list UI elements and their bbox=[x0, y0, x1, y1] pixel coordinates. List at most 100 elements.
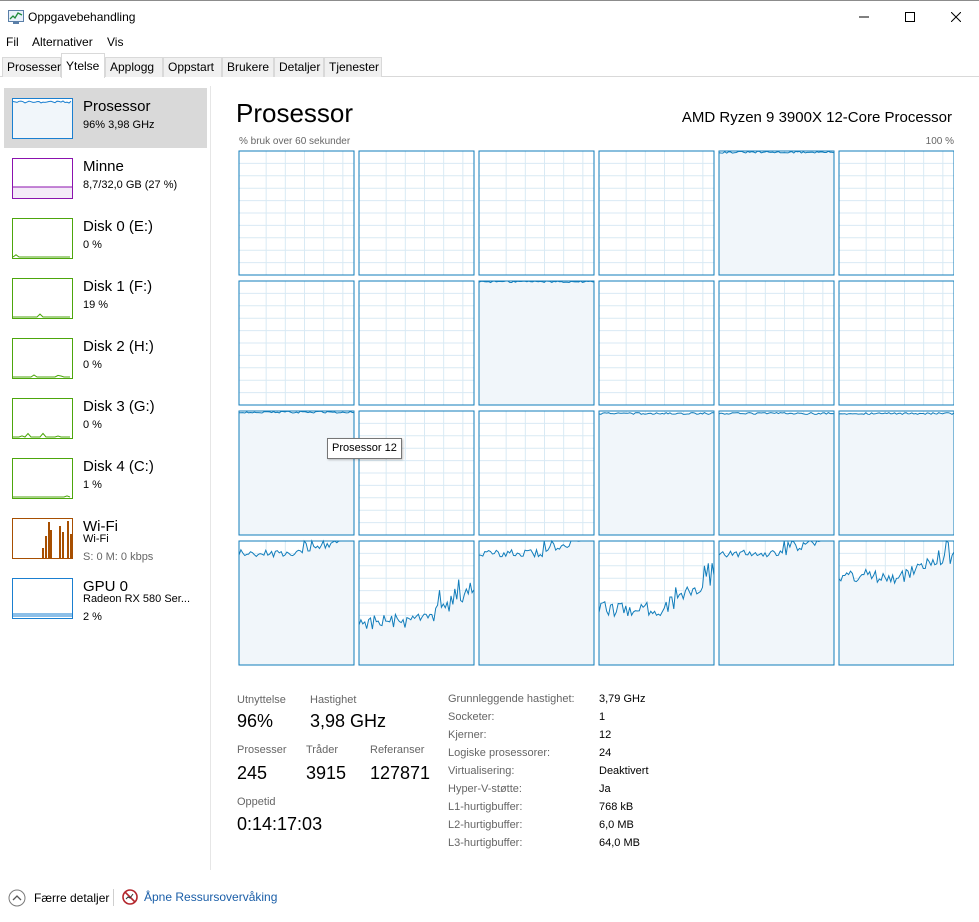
handles-label: Referanser bbox=[370, 744, 425, 756]
threads-label: Tråder bbox=[306, 744, 338, 756]
core-graphs bbox=[238, 150, 955, 666]
sidebar-item-disk-0-e[interactable]: Disk 0 (E:) 0 % bbox=[4, 208, 207, 268]
uptime-value: 0:14:17:03 bbox=[237, 814, 323, 834]
sidebar-thumbnail-graph bbox=[12, 98, 73, 139]
threads-value: 3915 bbox=[306, 763, 347, 783]
sidebar-item-subtitle: Radeon RX 580 Ser... bbox=[83, 593, 191, 605]
sidebar-item-gpu-0[interactable]: GPU 0 Radeon RX 580 Ser... 2 % bbox=[4, 568, 207, 628]
spec-value: Ja bbox=[599, 783, 611, 795]
tab-services[interactable]: Tjenester bbox=[324, 57, 382, 77]
sidebar-thumbnail-graph bbox=[12, 338, 73, 379]
sidebar-item-title: Disk 2 (H:) bbox=[83, 338, 154, 355]
sidebar-item-title: Disk 0 (E:) bbox=[83, 218, 154, 235]
core-tooltip: Prosessor 12 bbox=[327, 438, 402, 459]
sidebar-item-title: Disk 1 (F:) bbox=[83, 278, 153, 295]
core-graph-grid bbox=[238, 150, 955, 668]
sidebar-item-subtitle: 8,7/32,0 GB (27 %) bbox=[83, 179, 178, 191]
sidebar-item-minne[interactable]: Minne 8,7/32,0 GB (27 %) bbox=[4, 148, 207, 208]
sidebar-item-wi-fi[interactable]: Wi-Fi Wi-Fi S: 0 M: 0 kbps bbox=[4, 508, 207, 568]
menu-options[interactable]: Alternativer bbox=[32, 35, 93, 49]
close-button[interactable] bbox=[933, 1, 979, 33]
core-graph[interactable] bbox=[598, 410, 715, 536]
core-graph[interactable] bbox=[478, 539, 595, 666]
sidebar-item-prosessor[interactable]: Prosessor 96% 3,98 GHz bbox=[4, 88, 207, 148]
graph-max-label: 100 % bbox=[925, 136, 954, 147]
core-graph[interactable] bbox=[238, 410, 355, 536]
core-graph[interactable] bbox=[718, 150, 835, 276]
core-graph[interactable] bbox=[598, 280, 715, 406]
tab-users[interactable]: Brukere bbox=[222, 57, 274, 77]
core-graph[interactable] bbox=[838, 410, 955, 536]
processes-value: 245 bbox=[237, 763, 268, 783]
spec-label: L3-hurtigbuffer: bbox=[448, 837, 523, 849]
spec-label: L2-hurtigbuffer: bbox=[448, 819, 523, 831]
handles-value: 127871 bbox=[370, 763, 431, 783]
fewer-details-button[interactable]: Færre detaljer bbox=[8, 889, 109, 907]
speed-value: 3,98 GHz bbox=[310, 711, 387, 731]
page-title: Prosessor bbox=[236, 98, 354, 128]
core-graph[interactable] bbox=[478, 150, 595, 276]
footer: Færre detaljer Åpne Ressursovervåking bbox=[0, 884, 979, 912]
core-graph[interactable] bbox=[478, 410, 595, 536]
sidebar-item-disk-4-c[interactable]: Disk 4 (C:) 1 % bbox=[4, 448, 207, 508]
core-graph[interactable] bbox=[838, 150, 955, 276]
core-graph[interactable] bbox=[238, 280, 355, 406]
core-graph[interactable] bbox=[718, 540, 835, 666]
menu-file[interactable]: Fil bbox=[6, 35, 19, 49]
sidebar-divider bbox=[210, 86, 211, 870]
core-graph[interactable] bbox=[478, 280, 595, 406]
core-graph[interactable] bbox=[838, 280, 955, 406]
title-bar: Oppgavebehandling bbox=[0, 0, 979, 32]
core-graph[interactable] bbox=[718, 280, 835, 406]
core-graph[interactable] bbox=[238, 150, 355, 276]
resource-monitor-link[interactable]: Åpne Ressursovervåking bbox=[122, 889, 277, 905]
sidebar-item-disk-3-g[interactable]: Disk 3 (G:) 0 % bbox=[4, 388, 207, 448]
spec-value: Deaktivert bbox=[599, 765, 649, 777]
spec-value: 1 bbox=[599, 711, 606, 723]
spec-label: Logiske prosessorer: bbox=[448, 747, 551, 759]
resource-monitor-label: Åpne Ressursovervåking bbox=[144, 890, 278, 904]
spec-label: Grunnleggende hastighet: bbox=[448, 693, 575, 705]
spec-value: 64,0 MB bbox=[599, 837, 640, 849]
minimize-button[interactable] bbox=[841, 1, 887, 33]
sidebar-item-disk-2-h[interactable]: Disk 2 (H:) 0 % bbox=[4, 328, 207, 388]
core-graph[interactable] bbox=[838, 540, 955, 666]
sidebar-item-subtitle: Wi-Fi bbox=[83, 533, 109, 545]
sidebar-item-subtitle: 0 % bbox=[83, 419, 102, 431]
sidebar-thumbnail-graph bbox=[12, 158, 73, 199]
sidebar-thumbnail-graph bbox=[12, 398, 73, 439]
chevron-up-icon bbox=[8, 889, 26, 907]
sidebar-item-subtitle: 0 % bbox=[83, 359, 102, 371]
tab-performance[interactable]: Ytelse bbox=[61, 53, 105, 78]
speed-label: Hastighet bbox=[310, 694, 357, 706]
tab-details[interactable]: Detaljer bbox=[274, 57, 324, 77]
spec-label: Virtualisering: bbox=[448, 765, 515, 777]
sidebar-item-title: Minne bbox=[83, 158, 124, 175]
tab-processes[interactable]: Prosesser bbox=[2, 57, 61, 77]
spec-value: 3,79 GHz bbox=[599, 693, 646, 705]
spec-label: L1-hurtigbuffer: bbox=[448, 801, 523, 813]
core-graph[interactable] bbox=[358, 540, 475, 666]
cpu-model-name: AMD Ryzen 9 3900X 12-Core Processor bbox=[681, 109, 952, 126]
resource-monitor-icon bbox=[122, 889, 138, 905]
sidebar-thumbnail-graph bbox=[12, 458, 73, 499]
core-graph[interactable] bbox=[358, 410, 475, 536]
sidebar-item-disk-1-f[interactable]: Disk 1 (F:) 19 % bbox=[4, 268, 207, 328]
graph-caption: % bruk over 60 sekunder bbox=[239, 136, 351, 147]
menu-view[interactable]: Vis bbox=[107, 35, 123, 49]
utilization-label: Utnyttelse bbox=[237, 694, 286, 706]
tab-app-history[interactable]: Applogg bbox=[105, 57, 163, 77]
maximize-button[interactable] bbox=[887, 1, 933, 33]
spec-label: Kjerner: bbox=[448, 729, 487, 741]
core-graph[interactable] bbox=[238, 539, 355, 666]
core-graph[interactable] bbox=[598, 150, 715, 276]
core-graph[interactable] bbox=[718, 410, 835, 536]
sidebar-thumbnail-graph bbox=[12, 278, 73, 319]
tab-startup[interactable]: Oppstart bbox=[163, 57, 222, 77]
core-graph[interactable] bbox=[358, 150, 475, 276]
close-icon bbox=[951, 12, 961, 22]
sidebar-item-detail: S: 0 M: 0 kbps bbox=[83, 551, 154, 563]
processes-label: Prosesser bbox=[237, 744, 287, 756]
core-graph[interactable] bbox=[598, 540, 715, 666]
core-graph[interactable] bbox=[358, 280, 475, 406]
